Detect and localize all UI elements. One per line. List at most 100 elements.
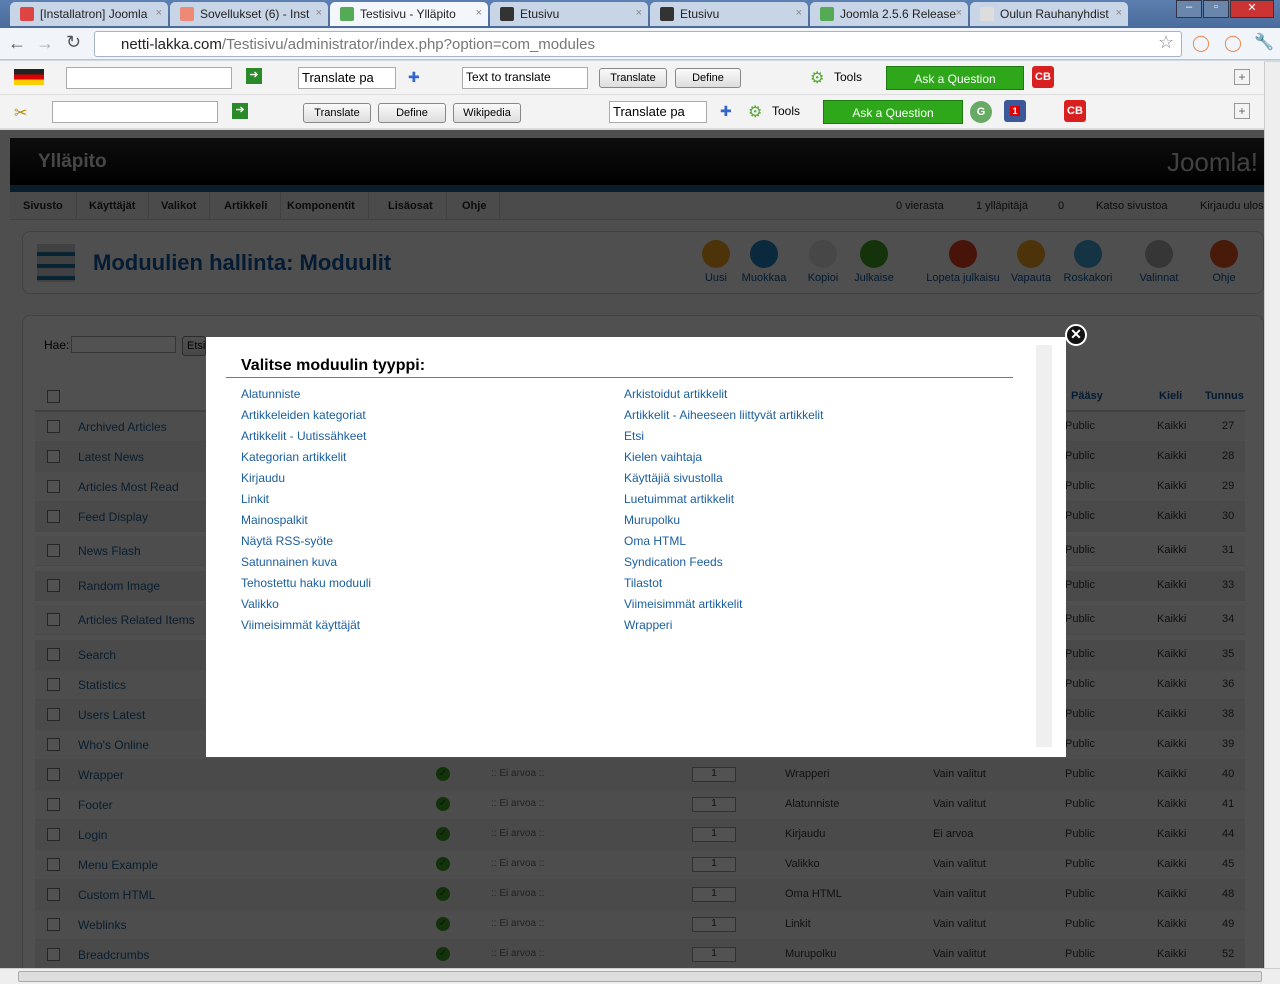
module-title-link[interactable]: Feed Display: [78, 510, 148, 524]
order-input[interactable]: 1: [692, 887, 736, 902]
close-tab-icon[interactable]: ×: [636, 7, 642, 19]
menu-item-2[interactable]: Valikot: [148, 192, 211, 220]
row-checkbox[interactable]: [47, 510, 60, 523]
module-type-link[interactable]: Mainospalkit: [241, 513, 308, 527]
browser-tab[interactable]: Oulun Rauhanyhdist ×: [970, 2, 1128, 26]
published-icon[interactable]: ✓: [436, 827, 450, 841]
module-title-link[interactable]: Wrapper: [78, 768, 124, 782]
module-type-link[interactable]: Artikkeleiden kategoriat: [241, 408, 366, 422]
close-tab-icon[interactable]: ×: [156, 7, 162, 19]
google-icon[interactable]: G: [970, 101, 992, 123]
toolbar-button-muokkaa[interactable]: Muokkaa: [739, 240, 789, 284]
header-access[interactable]: Pääsy: [1071, 390, 1103, 402]
row-checkbox[interactable]: [47, 480, 60, 493]
row-checkbox[interactable]: [47, 858, 60, 871]
module-type-link[interactable]: Syndication Feeds: [624, 555, 723, 569]
gear-icon[interactable]: ⚙: [748, 102, 762, 122]
module-type-link[interactable]: Etsi: [624, 429, 644, 443]
define-button[interactable]: Define: [378, 103, 446, 123]
order-input[interactable]: 1: [692, 917, 736, 932]
dialog-scrollbar[interactable]: [1036, 345, 1052, 747]
wrench-icon[interactable]: 🔧: [1254, 32, 1274, 52]
module-title-link[interactable]: Articles Most Read: [78, 480, 179, 494]
maximize-icon[interactable]: ▫: [1203, 0, 1229, 18]
close-tab-icon[interactable]: ×: [476, 7, 482, 19]
search-combo[interactable]: [52, 101, 218, 123]
browser-tab[interactable]: Sovellukset (6) - Inst ×: [170, 2, 328, 26]
order-input[interactable]: 1: [692, 857, 736, 872]
toolbar-button-ohje[interactable]: Ohje: [1199, 240, 1249, 284]
horizontal-scrollbar[interactable]: [0, 968, 1280, 984]
add-icon[interactable]: +: [1234, 103, 1250, 119]
go-icon[interactable]: ➔: [246, 68, 262, 84]
toolbar-button-vapauta[interactable]: Vapauta: [1006, 240, 1056, 284]
module-type-link[interactable]: Wrapperi: [624, 618, 672, 632]
menu-item-6[interactable]: Ohje: [449, 192, 501, 220]
module-type-link[interactable]: Käyttäjiä sivustolla: [624, 471, 723, 485]
module-title-link[interactable]: Who's Online: [78, 738, 149, 752]
published-icon[interactable]: ✓: [436, 917, 450, 931]
extension-icon[interactable]: ◯: [1192, 33, 1210, 53]
module-title-link[interactable]: Statistics: [78, 678, 126, 692]
search-combo[interactable]: [66, 67, 232, 89]
add-icon[interactable]: +: [1234, 69, 1250, 85]
menu-item-5[interactable]: Lisäosat: [375, 192, 447, 220]
published-icon[interactable]: ✓: [436, 767, 450, 781]
module-type-link[interactable]: Alatunniste: [241, 387, 300, 401]
browser-tab[interactable]: [Installatron] Joomla ×: [10, 2, 168, 26]
wikipedia-button[interactable]: Wikipedia: [453, 103, 521, 123]
star-icon[interactable]: ☆: [1158, 32, 1174, 53]
row-checkbox[interactable]: [47, 613, 60, 626]
close-dialog-button[interactable]: ✕: [1065, 324, 1087, 346]
module-title-link[interactable]: Login: [78, 828, 107, 842]
cb-icon[interactable]: CB: [1032, 66, 1054, 88]
search-input[interactable]: [71, 336, 176, 353]
view-site-status[interactable]: Katso sivustoa: [1096, 200, 1168, 212]
menu-item-1[interactable]: Käyttäjät: [76, 192, 150, 220]
menu-item-3[interactable]: Artikkeli: [211, 192, 282, 220]
order-input[interactable]: 1: [692, 797, 736, 812]
go-icon[interactable]: ➔: [232, 103, 248, 119]
define-button[interactable]: Define: [675, 68, 741, 88]
module-type-link[interactable]: Linkit: [241, 492, 269, 506]
cb-icon[interactable]: CB: [1064, 100, 1086, 122]
reload-icon[interactable]: ↻: [66, 32, 81, 53]
select-all-checkbox[interactable]: [47, 390, 60, 403]
module-type-link[interactable]: Viimeisimmät artikkelit: [624, 597, 742, 611]
menu-item-4[interactable]: Komponentit: [274, 192, 369, 220]
tools-menu[interactable]: Tools: [772, 104, 800, 118]
module-title-link[interactable]: Random Image: [78, 579, 160, 593]
module-type-link[interactable]: Artikkelit - Aiheeseen liittyvät artikke…: [624, 408, 823, 422]
close-tab-icon[interactable]: ×: [1116, 7, 1122, 19]
published-icon[interactable]: ✓: [436, 947, 450, 961]
row-checkbox[interactable]: [47, 648, 60, 661]
header-id[interactable]: Tunnus: [1205, 390, 1244, 402]
gear-icon[interactable]: ⚙: [810, 68, 824, 88]
module-title-link[interactable]: Footer: [78, 798, 113, 812]
ask-question-button[interactable]: Ask a Question: [823, 100, 963, 124]
browser-tab[interactable]: Testisivu - Ylläpito ×: [330, 2, 488, 26]
close-tab-icon[interactable]: ×: [316, 7, 322, 19]
translate-language-select[interactable]: Translate pa: [298, 67, 396, 89]
toolbar-button-valinnat[interactable]: Valinnat: [1134, 240, 1184, 284]
facebook-icon[interactable]: 1: [1004, 100, 1026, 122]
toolbar-button-uusi[interactable]: Uusi: [691, 240, 741, 284]
module-title-link[interactable]: Weblinks: [78, 918, 126, 932]
row-checkbox[interactable]: [47, 888, 60, 901]
module-type-link[interactable]: Viimeisimmät käyttäjät: [241, 618, 360, 632]
row-checkbox[interactable]: [47, 678, 60, 691]
ask-question-button[interactable]: Ask a Question: [886, 66, 1024, 90]
row-checkbox[interactable]: [47, 420, 60, 433]
browser-tab[interactable]: Joomla 2.5.6 Release ×: [810, 2, 968, 26]
module-type-link[interactable]: Kategorian artikkelit: [241, 450, 346, 464]
module-type-link[interactable]: Luetuimmat artikkelit: [624, 492, 734, 506]
extension-icon[interactable]: ◯: [1224, 33, 1242, 53]
module-title-link[interactable]: Articles Related Items: [78, 613, 195, 627]
back-icon[interactable]: ←: [8, 33, 26, 54]
module-type-link[interactable]: Kirjaudu: [241, 471, 285, 485]
toolbar-button-lopeta-julkaisu[interactable]: Lopeta julkaisu: [921, 240, 1005, 284]
translate-button[interactable]: Translate: [303, 103, 371, 123]
row-checkbox[interactable]: [47, 544, 60, 557]
module-title-link[interactable]: Users Latest: [78, 708, 145, 722]
translate-language-select[interactable]: Translate pa: [609, 101, 707, 123]
